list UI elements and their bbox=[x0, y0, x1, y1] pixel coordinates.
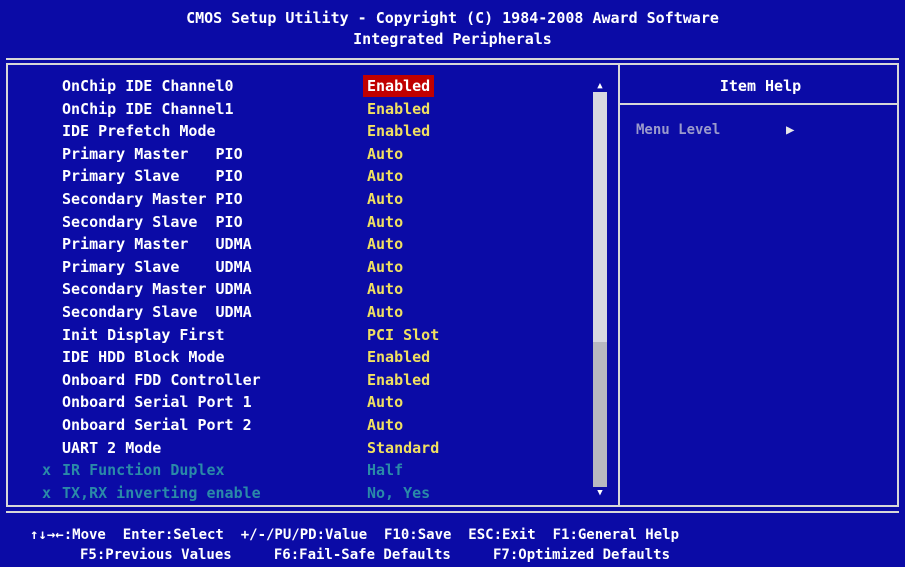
setting-row[interactable]: IDE Prefetch Mode Enabled bbox=[30, 120, 590, 142]
scrollbar-thumb[interactable] bbox=[593, 92, 607, 342]
header-title: CMOS Setup Utility - Copyright (C) 1984-… bbox=[186, 9, 719, 27]
header-divider bbox=[6, 58, 899, 60]
setting-value[interactable]: Enabled bbox=[367, 98, 430, 120]
bios-screen: CMOS Setup Utility - Copyright (C) 1984-… bbox=[0, 0, 905, 567]
setting-row[interactable]: Secondary Slave PIO Auto bbox=[30, 211, 590, 233]
setting-label: Primary Slave PIO bbox=[62, 167, 243, 186]
setting-value[interactable]: PCI Slot bbox=[367, 324, 439, 346]
footer-divider bbox=[6, 511, 899, 513]
setting-label: UART 2 Mode bbox=[62, 438, 162, 457]
setting-row[interactable]: Onboard Serial Port 1 Auto bbox=[30, 391, 590, 413]
setting-row[interactable]: OnChip IDE Channel1 Enabled bbox=[30, 98, 590, 120]
setting-label: Secondary Slave PIO bbox=[62, 212, 243, 231]
setting-value[interactable]: Enabled bbox=[367, 369, 430, 391]
setting-label: Primary Master PIO bbox=[62, 144, 243, 163]
setting-row[interactable]: IDE HDD Block Mode Enabled bbox=[30, 346, 590, 368]
setting-value: Half bbox=[367, 461, 404, 480]
right-triangle-icon: ▶ bbox=[786, 122, 795, 138]
menu-level-label: Menu Level bbox=[636, 122, 721, 138]
setting-label: OnChip IDE Channel1 bbox=[62, 99, 234, 118]
setting-row[interactable]: Primary Master PIO Auto bbox=[30, 143, 590, 165]
setting-value[interactable]: Auto bbox=[367, 233, 403, 255]
setting-label: IDE Prefetch Mode bbox=[62, 122, 216, 141]
setting-row[interactable]: Secondary Master PIO Auto bbox=[30, 188, 590, 210]
scroll-up-icon[interactable]: ▲ bbox=[593, 80, 607, 92]
setting-row[interactable]: Secondary Master UDMA Auto bbox=[30, 278, 590, 300]
disabled-mark: x bbox=[42, 483, 52, 502]
setting-value[interactable]: Auto bbox=[367, 165, 403, 187]
setting-label: Secondary Master UDMA bbox=[62, 280, 252, 299]
setting-label: IDE HDD Block Mode bbox=[62, 348, 225, 367]
setting-row[interactable]: OnChip IDE Channel0 Enabled bbox=[30, 75, 590, 97]
setting-value: No, Yes bbox=[367, 483, 431, 502]
setting-value[interactable]: Enabled bbox=[363, 75, 435, 97]
item-help-title: Item Help bbox=[719, 77, 802, 95]
setting-label: IR Function Duplex bbox=[62, 461, 225, 480]
main-frame-top bbox=[6, 63, 899, 65]
setting-value[interactable]: Auto bbox=[367, 301, 403, 323]
scrollbar-track[interactable] bbox=[593, 92, 607, 487]
setting-label: TX,RX inverting enable bbox=[62, 483, 261, 502]
setting-value[interactable]: Auto bbox=[367, 414, 403, 436]
setting-value[interactable]: Auto bbox=[367, 143, 403, 165]
setting-row[interactable]: Init Display First PCI Slot bbox=[30, 324, 590, 346]
header-subtitle: Integrated Peripherals bbox=[353, 30, 552, 48]
setting-value[interactable]: Standard bbox=[367, 437, 439, 459]
setting-value[interactable]: Auto bbox=[367, 391, 403, 413]
setting-row: x TX,RX inverting enable No, Yes bbox=[30, 482, 590, 504]
setting-value[interactable]: Enabled bbox=[367, 346, 430, 368]
setting-label: Onboard Serial Port 2 bbox=[62, 416, 252, 434]
disabled-mark: x bbox=[42, 461, 52, 480]
setting-label: OnChip IDE Channel0 bbox=[62, 77, 234, 95]
setting-value[interactable]: Auto bbox=[367, 188, 403, 210]
frame-right bbox=[897, 63, 899, 507]
setting-label: Onboard Serial Port 1 bbox=[62, 393, 252, 412]
scroll-down-icon[interactable]: ▼ bbox=[593, 487, 607, 499]
setting-label: Secondary Slave UDMA bbox=[62, 303, 252, 321]
menu-level: Menu Level ▶ bbox=[636, 120, 794, 140]
setting-label: Primary Master UDMA bbox=[62, 235, 252, 254]
setting-row[interactable]: Onboard FDD Controller Enabled bbox=[30, 369, 590, 391]
footer-keys-line2: F5:Previous Values F6:Fail-Safe Defaults… bbox=[80, 547, 671, 563]
setting-label: Onboard FDD Controller bbox=[62, 370, 261, 389]
header: CMOS Setup Utility - Copyright (C) 1984-… bbox=[0, 0, 905, 58]
frame-left bbox=[6, 63, 8, 507]
setting-row[interactable]: Primary Master UDMA Auto bbox=[30, 233, 590, 255]
setting-row[interactable]: Primary Slave PIO Auto bbox=[30, 165, 590, 187]
setting-value[interactable]: Auto bbox=[367, 211, 403, 233]
panel-divider bbox=[618, 63, 620, 507]
setting-value[interactable]: Enabled bbox=[367, 120, 430, 142]
help-title-divider bbox=[620, 103, 897, 105]
footer-keys-line1: ↑↓→←:Move Enter:Select +/-/PU/PD:Value F… bbox=[30, 527, 680, 543]
setting-value[interactable]: Auto bbox=[367, 256, 403, 278]
setting-row[interactable]: Secondary Slave UDMA Auto bbox=[30, 301, 590, 323]
setting-row: x IR Function Duplex Half bbox=[30, 459, 590, 481]
setting-row[interactable]: Onboard Serial Port 2 Auto bbox=[30, 414, 590, 436]
setting-label: Secondary Master PIO bbox=[62, 190, 243, 208]
main-frame-bottom bbox=[6, 505, 899, 507]
setting-row[interactable]: UART 2 Mode Standard bbox=[30, 437, 590, 459]
setting-label: Init Display First bbox=[62, 325, 225, 344]
setting-row[interactable]: Primary Slave UDMA Auto bbox=[30, 256, 590, 278]
setting-label: Primary Slave UDMA bbox=[62, 257, 252, 276]
setting-value[interactable]: Auto bbox=[367, 278, 403, 300]
